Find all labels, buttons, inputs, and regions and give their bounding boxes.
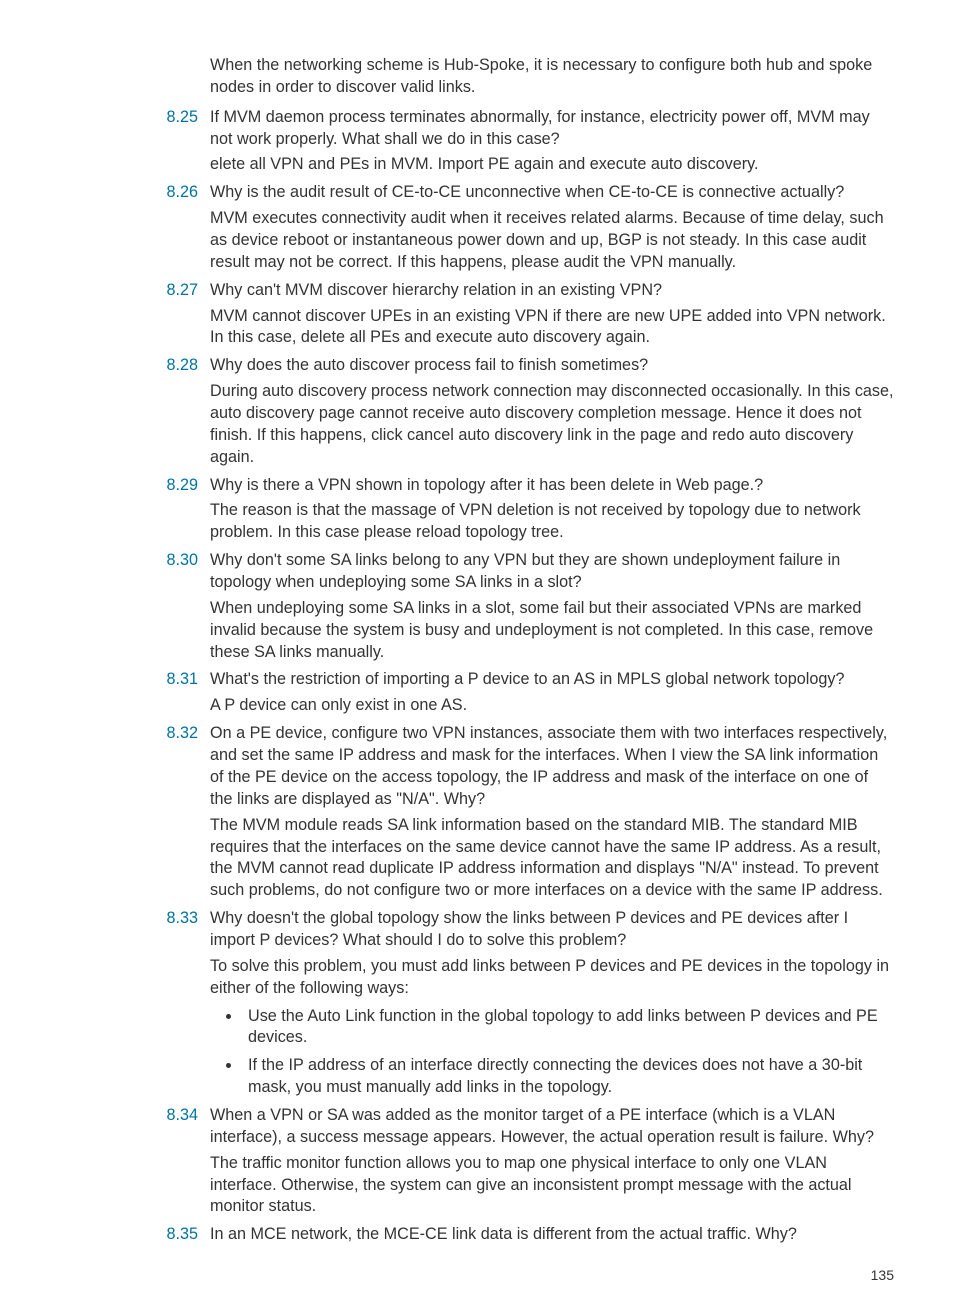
- item-question: Why does the auto discover process fail …: [210, 355, 894, 377]
- item-question: On a PE device, configure two VPN instan…: [210, 723, 894, 810]
- item-answer: When undeploying some SA links in a slot…: [210, 598, 894, 664]
- item-number: 8.31: [60, 669, 210, 691]
- item-answer: To solve this problem, you must add link…: [210, 956, 894, 1000]
- item-question: In an MCE network, the MCE-CE link data …: [210, 1224, 894, 1246]
- faq-item: 8.27Why can't MVM discover hierarchy rel…: [60, 280, 894, 302]
- item-number: 8.34: [60, 1105, 210, 1149]
- item-answer: The reason is that the massage of VPN de…: [210, 500, 894, 544]
- item-answer: The traffic monitor function allows you …: [210, 1153, 894, 1219]
- item-answer: During auto discovery process network co…: [210, 381, 894, 468]
- item-question: Why doesn't the global topology show the…: [210, 908, 894, 952]
- faq-item: 8.26Why is the audit result of CE-to-CE …: [60, 182, 894, 204]
- intro-paragraph: When the networking scheme is Hub-Spoke,…: [210, 55, 894, 99]
- item-answer: MVM cannot discover UPEs in an existing …: [210, 306, 894, 350]
- faq-item: 8.28Why does the auto discover process f…: [60, 355, 894, 377]
- item-number: 8.30: [60, 550, 210, 594]
- item-number: 8.32: [60, 723, 210, 810]
- item-number: 8.35: [60, 1224, 210, 1246]
- item-question: Why don't some SA links belong to any VP…: [210, 550, 894, 594]
- page-number: 135: [60, 1266, 894, 1285]
- faq-item: 8.32On a PE device, configure two VPN in…: [60, 723, 894, 810]
- item-number: 8.26: [60, 182, 210, 204]
- faq-item: 8.34When a VPN or SA was added as the mo…: [60, 1105, 894, 1149]
- faq-item: 8.35In an MCE network, the MCE-CE link d…: [60, 1224, 894, 1246]
- faq-item: 8.33Why doesn't the global topology show…: [60, 908, 894, 952]
- faq-item: 8.30Why don't some SA links belong to an…: [60, 550, 894, 594]
- item-question: Why is the audit result of CE-to-CE unco…: [210, 182, 894, 204]
- bullet: If the IP address of an interface direct…: [242, 1055, 894, 1099]
- item-answer: A P device can only exist in one AS.: [210, 695, 894, 717]
- faq-item: 8.25If MVM daemon process terminates abn…: [60, 107, 894, 151]
- faq-item: 8.31What's the restriction of importing …: [60, 669, 894, 691]
- item-number: 8.33: [60, 908, 210, 952]
- item-number: 8.27: [60, 280, 210, 302]
- item-question: If MVM daemon process terminates abnorma…: [210, 107, 894, 151]
- item-question: Why can't MVM discover hierarchy relatio…: [210, 280, 894, 302]
- bullet: Use the Auto Link function in the global…: [242, 1006, 894, 1050]
- item-answer: elete all VPN and PEs in MVM. Import PE …: [210, 154, 894, 176]
- item-question: When a VPN or SA was added as the monito…: [210, 1105, 894, 1149]
- item-bullets: Use the Auto Link function in the global…: [210, 1006, 894, 1099]
- item-number: 8.25: [60, 107, 210, 151]
- item-number: 8.29: [60, 475, 210, 497]
- item-answer: MVM executes connectivity audit when it …: [210, 208, 894, 274]
- faq-item: 8.29Why is there a VPN shown in topology…: [60, 475, 894, 497]
- item-answer: The MVM module reads SA link information…: [210, 815, 894, 902]
- item-number: 8.28: [60, 355, 210, 377]
- item-question: Why is there a VPN shown in topology aft…: [210, 475, 894, 497]
- item-question: What's the restriction of importing a P …: [210, 669, 894, 691]
